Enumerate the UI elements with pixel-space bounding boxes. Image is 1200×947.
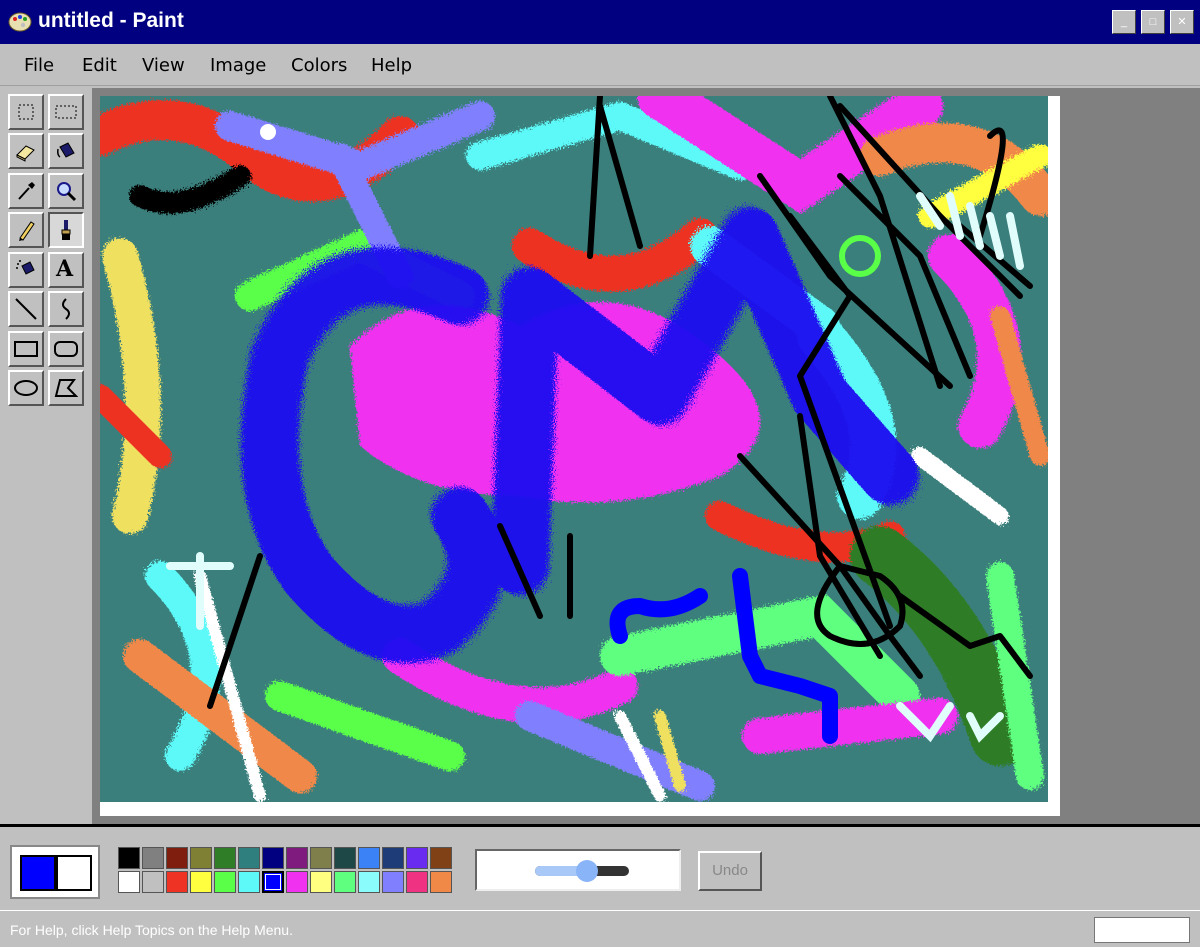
menu-colors[interactable]: Colors <box>291 55 347 76</box>
palette-swatch[interactable] <box>262 847 284 869</box>
tool-airbrush[interactable] <box>8 252 44 288</box>
airbrush-icon <box>16 260 35 275</box>
close-button[interactable]: ✕ <box>1170 10 1194 34</box>
palette-swatch[interactable] <box>358 871 380 893</box>
menu-help[interactable]: Help <box>371 55 412 76</box>
palette-swatch[interactable] <box>118 871 140 893</box>
palette-swatch[interactable] <box>382 847 404 869</box>
brush-size-thumb[interactable] <box>575 860 598 882</box>
line-icon <box>15 298 37 320</box>
status-coordinates-box <box>1094 917 1190 943</box>
polygon-icon <box>54 379 78 397</box>
status-bar: For Help, click Help Topics on the Help … <box>0 910 1200 947</box>
color-preview <box>10 845 100 899</box>
palette-swatch[interactable] <box>166 871 188 893</box>
palette-swatch[interactable] <box>334 847 356 869</box>
palette-swatch[interactable] <box>214 871 236 893</box>
curve-icon <box>62 298 70 320</box>
paint-window: untitled - Paint _ □ ✕ File Edit View Im… <box>0 0 1200 947</box>
tool-fill[interactable] <box>48 133 84 169</box>
maximize-icon: □ <box>1149 16 1157 28</box>
minimize-button[interactable]: _ <box>1112 10 1136 34</box>
palette-swatch[interactable] <box>286 871 308 893</box>
drawing-canvas[interactable] <box>100 96 1060 816</box>
palette-swatch[interactable] <box>190 871 212 893</box>
palette-swatch[interactable] <box>118 847 140 869</box>
menu-file[interactable]: File <box>24 55 54 76</box>
fill-bucket-icon <box>57 142 75 158</box>
close-icon: ✕ <box>1177 16 1187 28</box>
palette-swatch[interactable] <box>190 847 212 869</box>
palette-swatch[interactable] <box>286 847 308 869</box>
tool-pencil[interactable] <box>8 212 44 248</box>
menu-bar: File Edit View Image Colors Help <box>0 44 1200 86</box>
palette-swatch[interactable] <box>262 871 284 893</box>
window-title: untitled - Paint <box>38 9 184 32</box>
palette-swatch[interactable] <box>358 847 380 869</box>
brush-size-slider[interactable] <box>535 860 629 882</box>
tool-rectangle[interactable] <box>8 331 44 367</box>
palette-swatch[interactable] <box>430 847 452 869</box>
palette-swatch[interactable] <box>310 871 332 893</box>
canvas-drawing <box>100 96 1048 802</box>
tool-rectangle-select[interactable] <box>48 94 84 130</box>
rectangle-select-icon <box>55 105 77 119</box>
menu-image[interactable]: Image <box>210 55 266 76</box>
free-form-select-icon <box>18 104 34 120</box>
brush-size-panel <box>475 849 681 891</box>
tool-eraser[interactable] <box>8 133 44 169</box>
background-color[interactable] <box>56 855 92 891</box>
eraser-icon <box>16 145 35 162</box>
brush-icon <box>61 220 71 240</box>
eyedropper-icon <box>18 182 35 200</box>
ellipse-icon <box>14 380 38 396</box>
palette-swatch[interactable] <box>430 871 452 893</box>
status-text: For Help, click Help Topics on the Help … <box>10 922 293 938</box>
foreground-color[interactable] <box>20 855 56 891</box>
palette-swatch[interactable] <box>214 847 236 869</box>
minimize-icon: _ <box>1120 16 1128 28</box>
tool-curve[interactable] <box>48 291 84 327</box>
title-bar[interactable]: untitled - Paint _ □ ✕ <box>0 0 1200 44</box>
paint-palette-icon <box>8 12 32 32</box>
palette-swatch[interactable] <box>166 847 188 869</box>
tool-free-form-select[interactable] <box>8 94 44 130</box>
bottom-panel: Undo <box>0 824 1200 910</box>
tool-text[interactable]: A <box>48 252 84 288</box>
rounded-rectangle-icon <box>54 341 78 357</box>
menu-view[interactable]: View <box>142 55 185 76</box>
tool-brush[interactable] <box>48 212 84 248</box>
palette-swatch[interactable] <box>238 847 260 869</box>
tool-pick-color[interactable] <box>8 173 44 209</box>
undo-button[interactable]: Undo <box>698 851 762 891</box>
menu-edit[interactable]: Edit <box>82 55 117 76</box>
palette-swatch[interactable] <box>142 871 164 893</box>
toolbox: A <box>4 90 86 410</box>
palette-swatch[interactable] <box>142 847 164 869</box>
tool-rounded-rectangle[interactable] <box>48 331 84 367</box>
rectangle-icon <box>14 341 38 357</box>
tool-ellipse[interactable] <box>8 370 44 406</box>
text-icon: A <box>56 256 74 282</box>
palette-swatch[interactable] <box>238 871 260 893</box>
pencil-icon <box>19 221 35 241</box>
magnifier-icon <box>57 182 77 202</box>
palette-swatch[interactable] <box>310 847 332 869</box>
palette-swatch[interactable] <box>406 871 428 893</box>
palette-swatch[interactable] <box>382 871 404 893</box>
palette-swatch[interactable] <box>406 847 428 869</box>
color-palette <box>118 847 456 895</box>
maximize-button[interactable]: □ <box>1141 10 1165 34</box>
tool-magnifier[interactable] <box>48 173 84 209</box>
palette-swatch[interactable] <box>334 871 356 893</box>
tool-polygon[interactable] <box>48 370 84 406</box>
tool-line[interactable] <box>8 291 44 327</box>
